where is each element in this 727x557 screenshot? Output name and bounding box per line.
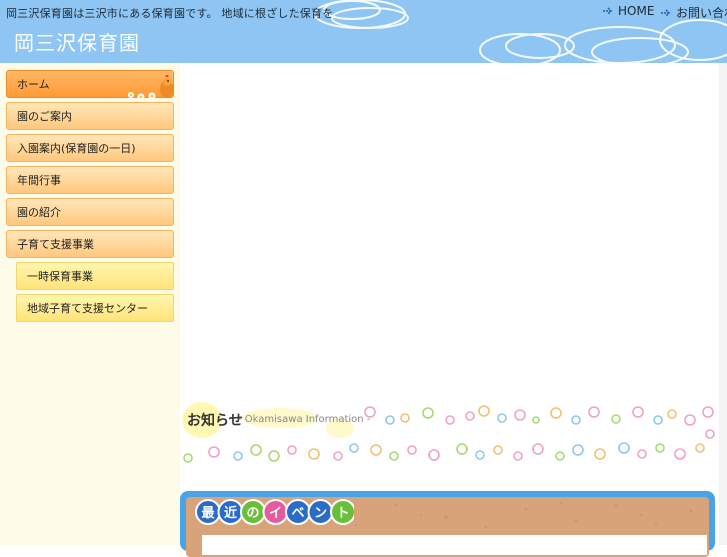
sidebar-subitem-label: 地域子育て支援センター <box>27 302 148 315</box>
sidebar-item-label: ホーム <box>17 78 50 91</box>
badge-char: 近 <box>224 505 237 521</box>
sidebar-item-introduction[interactable]: 園の紹介 <box>6 198 174 226</box>
badge-char: 最 <box>201 506 215 521</box>
site-title-logo[interactable]: 岡三沢保育園 <box>14 27 140 56</box>
sidebar: ホーム 園のご案内 入園案内(保育園の一日) 年間行事 園の紹介 子育て支援事業… <box>0 63 180 545</box>
sidebar-subitem-support-center[interactable]: 地域子育て支援センター <box>16 294 174 322</box>
sidebar-item-home[interactable]: ホーム <box>6 70 174 101</box>
badge-char: ト <box>336 506 349 521</box>
sidebar-item-support[interactable]: 子育て支援事業 <box>6 230 174 258</box>
sidebar-item-label: 入園案内(保育園の一日) <box>17 142 136 155</box>
chick-flowers-icon <box>128 75 174 101</box>
scroll-edge <box>719 63 727 545</box>
contact-link[interactable]: お問い合わせ <box>660 4 727 21</box>
site-tagline: 岡三沢保育園は三沢市にある保育園です。 地域に根ざした保育を <box>6 7 334 20</box>
home-link-label: HOME <box>618 4 655 18</box>
sidebar-item-about[interactable]: 園のご案内 <box>6 102 174 130</box>
sidebar-item-events[interactable]: 年間行事 <box>6 166 174 194</box>
information-title: お知らせ <box>187 413 243 429</box>
information-header: お知らせ - Okamisawa Information - <box>180 398 719 470</box>
badge-char: イ <box>269 506 282 521</box>
recent-events-badge-circles: 最近のイベント <box>195 499 356 525</box>
recent-events-title-badge: 最近のイベント <box>194 497 356 531</box>
site-header: 岡三沢保育園は三沢市にある保育園です。 地域に根ざした保育を 岡三沢保育園 HO… <box>0 0 727 63</box>
arrow-right-icon <box>661 8 671 17</box>
arrow-right-icon <box>603 7 613 15</box>
sidebar-item-label: 園のご案内 <box>17 110 72 123</box>
sidebar-subitem-temporary-care[interactable]: 一時保育事業 <box>16 262 174 290</box>
sidebar-item-label: 園の紹介 <box>17 206 61 219</box>
badge-char: の <box>246 506 259 521</box>
bubble-decoration <box>182 402 715 463</box>
information-subtitle: - Okamisawa Information - <box>238 414 371 425</box>
sidebar-item-label: 年間行事 <box>17 174 61 187</box>
sidebar-item-label: 子育て支援事業 <box>17 238 94 251</box>
badge-char: ン <box>314 506 327 521</box>
events-list-paper <box>202 535 707 555</box>
home-link[interactable]: HOME <box>602 4 654 18</box>
sidebar-subitem-label: 一時保育事業 <box>27 270 93 283</box>
badge-char: ベ <box>291 506 304 521</box>
contact-link-label: お問い合わせ <box>676 6 727 20</box>
sidebar-item-admission[interactable]: 入園案内(保育園の一日) <box>6 134 174 162</box>
